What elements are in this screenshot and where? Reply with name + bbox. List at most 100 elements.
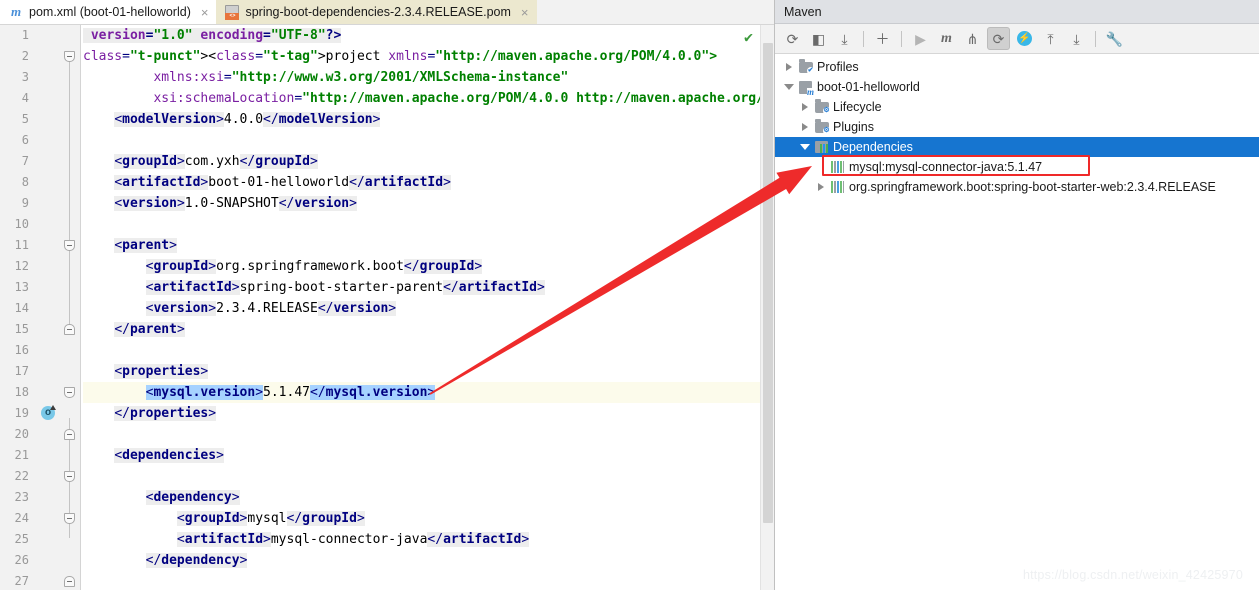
- close-icon[interactable]: ×: [521, 6, 529, 19]
- module-glyph: [799, 80, 814, 97]
- line-number: 22: [14, 469, 29, 483]
- toggle-offline-mode-icon[interactable]: ⟳: [987, 27, 1010, 50]
- show-dependencies-icon[interactable]: ⚡: [1013, 27, 1036, 50]
- execute-maven-goal-icon[interactable]: m: [935, 27, 958, 50]
- tree-node-plugins[interactable]: ⚙ Plugins: [775, 117, 1259, 137]
- line-number: 7: [21, 154, 29, 168]
- watermark-text: https://blog.csdn.net/weixin_42425970: [1022, 568, 1243, 582]
- line-number: 13: [14, 280, 29, 294]
- code-line: xsi:schemaLocation="http://maven.apache.…: [153, 91, 774, 106]
- tree-node-lifecycle[interactable]: ⚙ Lifecycle: [775, 97, 1259, 117]
- tree-node-boot-01-helloworld[interactable]: boot-01-helloworld: [775, 77, 1259, 97]
- code-line: <artifactId>spring-boot-starter-parent</…: [145, 280, 545, 295]
- fold-marker-parent-close[interactable]: [64, 324, 75, 335]
- toggle-skip-tests-icon[interactable]: ⋔: [961, 27, 984, 50]
- close-icon[interactable]: ×: [201, 6, 209, 19]
- chevron-right-icon[interactable]: [797, 123, 813, 131]
- line-number: 11: [14, 238, 29, 252]
- tree-node-label: Profiles: [817, 60, 859, 74]
- inspection-ok-icon[interactable]: ✔: [744, 28, 753, 46]
- editor-body: 1 2 3 4 5 6 7 8 9 10 11 12 13 14 15 16 17 18 19 20 21 22 23 24 2…: [0, 25, 774, 590]
- fold-marker-dependencies-open[interactable]: [64, 471, 75, 482]
- override-marker-icon[interactable]: o: [41, 405, 56, 420]
- execute-maven-goal-icon-glyph: m: [941, 30, 952, 46]
- tree-node-label: Lifecycle: [833, 100, 882, 114]
- tree-node-label: boot-01-helloworld: [817, 80, 920, 94]
- line-number: 9: [21, 196, 29, 210]
- tab-spring-boot-dependencies[interactable]: spring-boot-dependencies-2.3.4.RELEASE.p…: [216, 0, 537, 24]
- code-line: </properties>: [114, 406, 217, 421]
- line-number: 6: [21, 133, 29, 147]
- collapse-all-icon[interactable]: ⤓: [1065, 27, 1088, 50]
- tab-pom-xml[interactable]: m pom.xml (boot-01-helloworld) ×: [0, 0, 217, 24]
- code-line: <version>1.0-SNAPSHOT</version>: [114, 196, 357, 211]
- tree-node-org.springframework.boot[interactable]: org.springframework.boot:spring-boot-sta…: [775, 177, 1259, 197]
- maven-project-tree[interactable]: ✔Profilesboot-01-helloworld⚙Lifecycle⚙Pl…: [775, 54, 1259, 590]
- fold-marker-properties-open[interactable]: [64, 387, 75, 398]
- line-number: 5: [21, 112, 29, 126]
- fold-marker-properties-close[interactable]: [64, 429, 75, 440]
- toolbar-separator: [901, 30, 902, 47]
- tree-node-mysql[interactable]: mysql:mysql-connector-java:5.1.47: [775, 157, 1259, 177]
- download-sources-icon[interactable]: ⤓: [833, 27, 856, 50]
- chevron-right-icon[interactable]: [797, 103, 813, 111]
- maven-settings-icon[interactable]: 🔧: [1103, 27, 1126, 50]
- line-number: 23: [14, 490, 29, 504]
- editor-pane: m pom.xml (boot-01-helloworld) × spring-…: [0, 0, 775, 590]
- twisty-glyph: [802, 123, 808, 131]
- folder-glyph: ✔: [798, 59, 815, 75]
- tree-node-profiles[interactable]: ✔ Profiles: [775, 57, 1259, 77]
- gear-badge-icon: ⚙: [822, 106, 831, 115]
- line-number: 4: [21, 91, 29, 105]
- line-number: 1: [21, 28, 29, 42]
- code-line: <modelVersion>4.0.0</modelVersion>: [114, 112, 381, 127]
- code-line: </dependency>: [145, 553, 248, 568]
- run-maven-build-icon[interactable]: ▶: [909, 27, 932, 50]
- add-maven-project-icon[interactable]: ＋: [871, 27, 894, 50]
- chevron-down-icon[interactable]: [781, 84, 797, 90]
- line-number: 14: [14, 301, 29, 315]
- fold-marker-dependency-open[interactable]: [64, 513, 75, 524]
- tree-node-label: mysql:mysql-connector-java:5.1.47: [849, 160, 1043, 174]
- expand-all-icon[interactable]: ⤒: [1039, 27, 1062, 50]
- line-number: 15: [14, 322, 29, 336]
- twisty-glyph: [800, 144, 810, 150]
- chevron-right-icon[interactable]: [813, 183, 829, 191]
- chevron-down-icon[interactable]: [797, 144, 813, 150]
- twisty-glyph: [784, 84, 794, 90]
- fold-marker-parent-open[interactable]: [64, 240, 75, 251]
- chevron-right-icon[interactable]: [781, 63, 797, 71]
- line-number: 16: [14, 343, 29, 357]
- line-number: 26: [14, 553, 29, 567]
- code-line: <artifactId>boot-01-helloworld</artifact…: [114, 175, 451, 190]
- editor-scrollbar[interactable]: [760, 25, 774, 590]
- code-line: <dependency>: [145, 490, 240, 505]
- check-badge-icon: ✔: [806, 66, 815, 75]
- line-number: 8: [21, 175, 29, 189]
- tree-node-dependencies[interactable]: Dependencies: [775, 137, 1259, 157]
- run-maven-build-icon-glyph: ▶: [915, 30, 926, 47]
- add-maven-project-icon-glyph: ＋: [875, 30, 890, 47]
- editor-tab-bar: m pom.xml (boot-01-helloworld) × spring-…: [0, 0, 774, 25]
- toggle-offline-mode-icon-glyph: ⟳: [992, 30, 1005, 47]
- twisty-glyph: [802, 103, 808, 111]
- fold-marker-dependency-close[interactable]: [64, 576, 75, 587]
- generate-sources-icon[interactable]: ◧: [807, 27, 830, 50]
- code-text-area[interactable]: version="1.0" encoding="UTF-8"?> class="t…: [81, 25, 774, 590]
- folder-glyph: ⚙: [814, 99, 831, 115]
- lifecycle-folder-icon: ⚙: [813, 99, 831, 115]
- reload-all-maven-projects-icon[interactable]: ⟳: [781, 27, 804, 50]
- editor-scrollbar-thumb[interactable]: [763, 43, 773, 523]
- maven-toolbar: ⟳ ◧ ⤓ ＋ ▶ m ⋔ ⟳ ⚡ ⤒ ⤓ 🔧: [775, 24, 1259, 54]
- tree-node-label: org.springframework.boot:spring-boot-sta…: [849, 180, 1216, 194]
- collapse-all-icon-glyph: ⤓: [1073, 30, 1080, 47]
- line-number: 18: [14, 385, 29, 399]
- line-number: 19: [14, 406, 29, 420]
- fold-marker-project-open[interactable]: [64, 51, 75, 62]
- line-number: 10: [14, 217, 29, 231]
- code-line: <dependencies>: [114, 448, 224, 463]
